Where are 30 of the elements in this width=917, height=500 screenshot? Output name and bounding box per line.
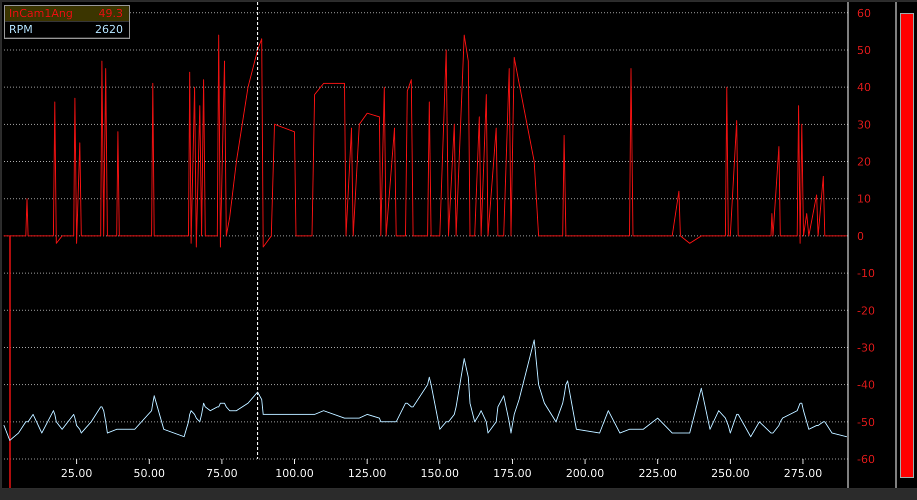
tick-label: 60 [857, 6, 871, 20]
tick-label: -40 [857, 378, 875, 392]
tick-label: -30 [857, 341, 875, 354]
tick-label: 150.00 [420, 467, 460, 480]
tick-label: -20 [857, 304, 875, 318]
tick-label: 225.00 [638, 467, 677, 480]
tick-label: 100.00 [275, 467, 314, 480]
tick-label: 250.00 [711, 467, 750, 480]
tick-label: -10 [857, 267, 875, 280]
tick-label: 40 [857, 81, 871, 94]
tick-label: 125.00 [348, 467, 386, 480]
cursor-line[interactable] [257, 2, 258, 460]
series-value: 2620 [95, 23, 123, 36]
tick-label: -50 [857, 416, 875, 429]
tick-label: 275.00 [784, 467, 822, 480]
tick-label: 200.00 [566, 467, 604, 480]
tick-label: 25.00 [60, 467, 92, 480]
tick-label: 20 [857, 156, 871, 169]
tick-label: -60 [857, 453, 875, 466]
series-name: RPM [9, 23, 33, 36]
tick-label: 30 [857, 118, 871, 132]
tick-label: 10 [857, 192, 871, 206]
series-value: 49.3 [98, 7, 123, 20]
tick-label: 0 [857, 230, 864, 243]
legend-row[interactable]: RPM 2620 [5, 22, 129, 38]
tick-label: 175.00 [493, 467, 532, 480]
tick-label: 50 [857, 44, 871, 57]
tick-label: 50.00 [134, 467, 166, 480]
series-name: InCam1Ang [9, 7, 73, 20]
tick-label: 75.00 [206, 467, 238, 480]
